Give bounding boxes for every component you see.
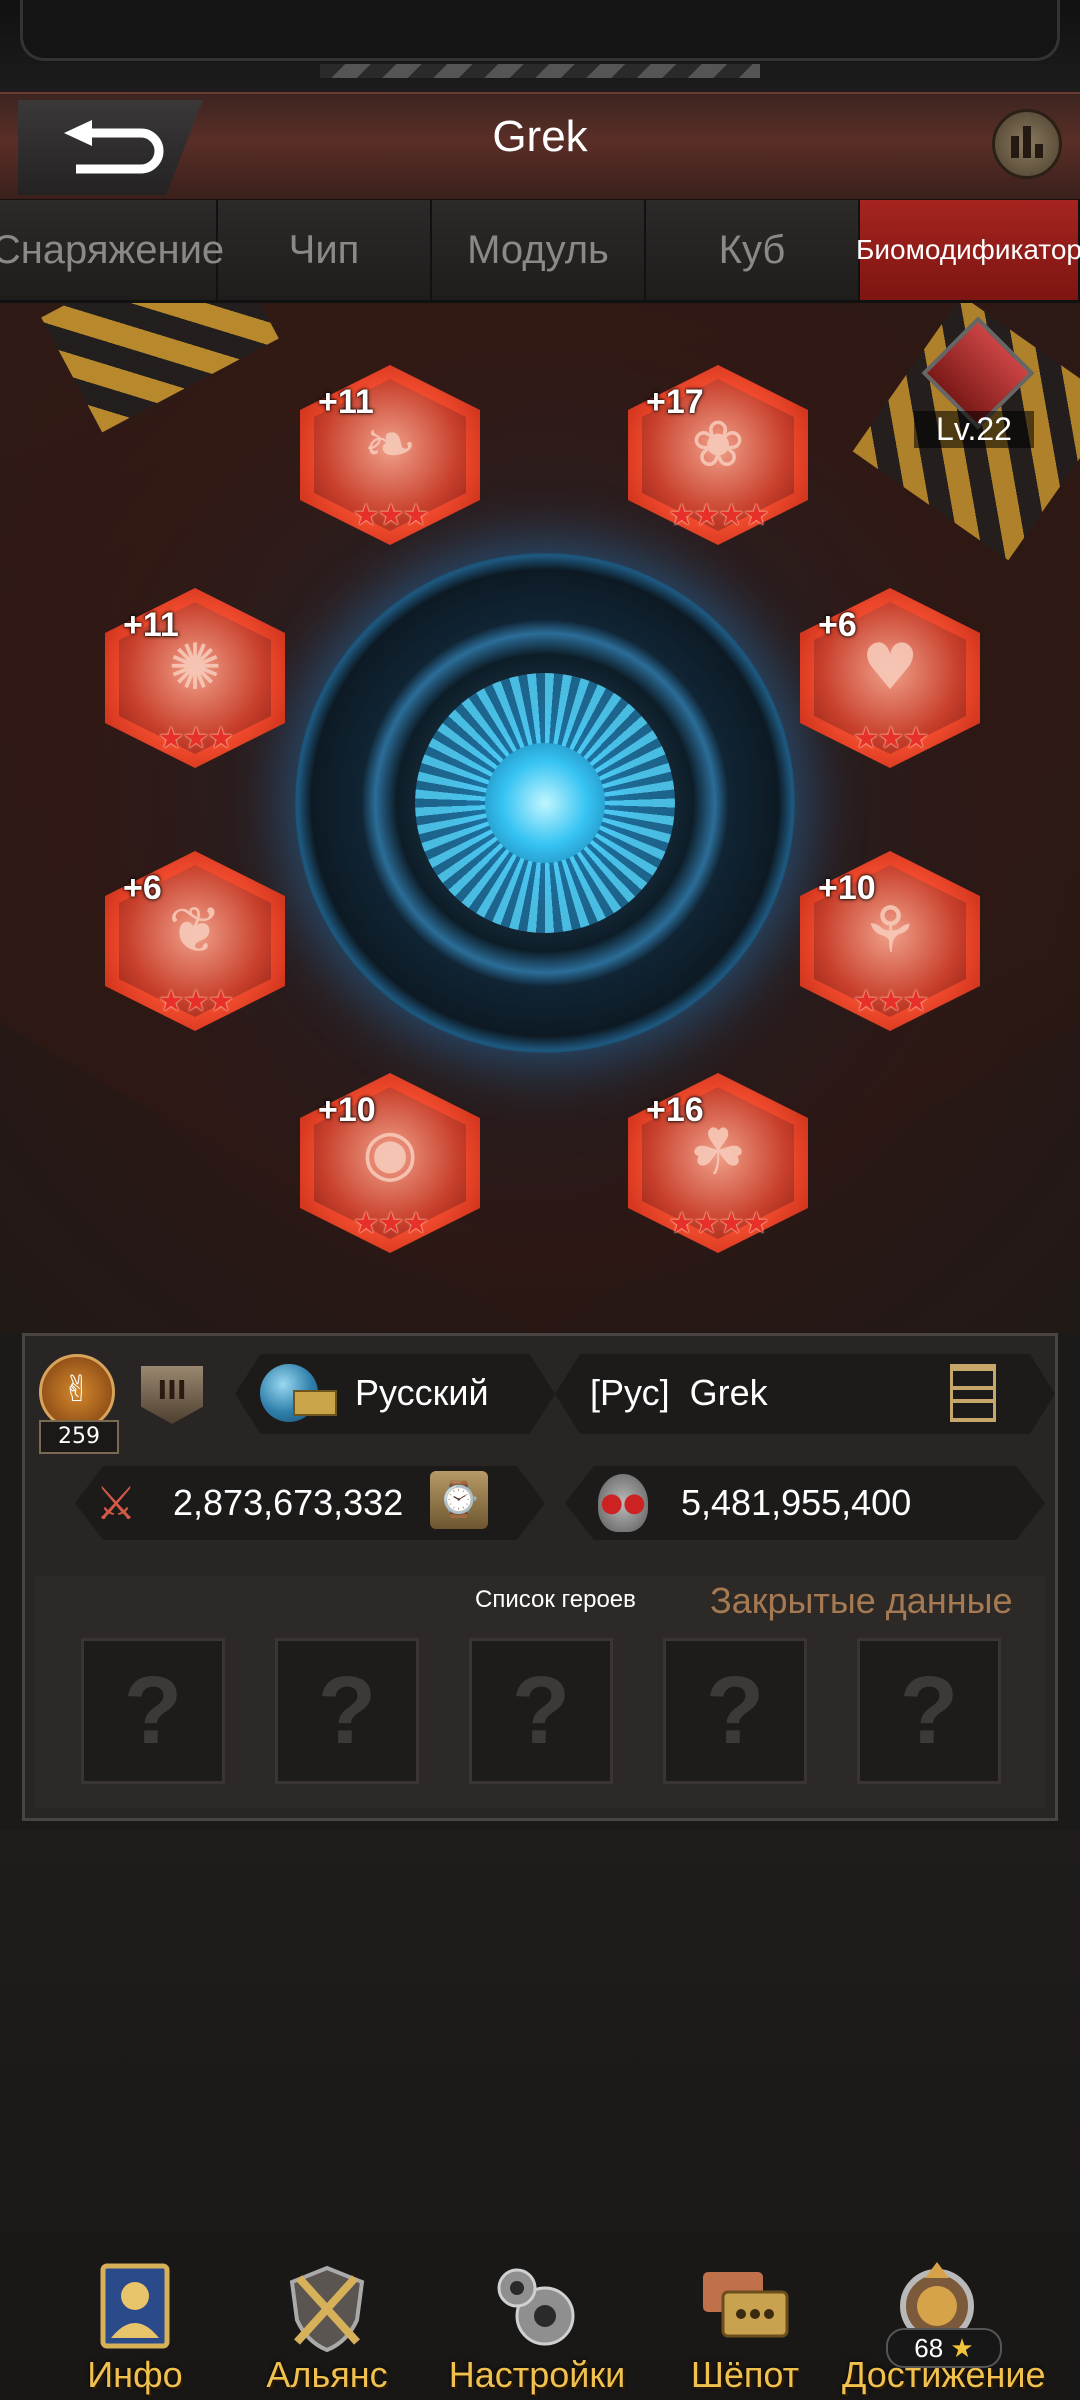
tab-cube[interactable]: Куб <box>646 200 860 300</box>
gear-icon <box>497 2268 575 2346</box>
kills-value: 5,481,955,400 <box>681 1482 912 1523</box>
slot-stars: ★★★ <box>352 498 430 533</box>
alliance-icon <box>289 2265 365 2353</box>
profile-icon <box>100 2263 170 2349</box>
hero-slot[interactable]: ? <box>275 1638 419 1784</box>
biomod-slot-7[interactable]: ◉ +10 ★★★ <box>300 1073 480 1253</box>
biomod-slot-1[interactable]: ❧ +11 ★★★ <box>300 365 480 545</box>
biomod-slot-6[interactable]: ⚘ +10 ★★★ <box>800 851 980 1031</box>
nav-whisper-label: Шёпот <box>690 2354 800 2395</box>
nav-alliance-label: Альянс <box>266 2354 388 2395</box>
power-value: 2,873,673,332 <box>173 1482 404 1523</box>
star-count-value: 68 <box>914 2333 944 2363</box>
bar-chart-icon <box>1011 136 1019 158</box>
star-icon: ★ <box>950 2333 974 2363</box>
nav-settings-label: Настройки <box>448 2354 626 2395</box>
biomod-slot-3[interactable]: ✺ +11 ★★★ <box>105 588 285 768</box>
reactor-glow <box>485 743 605 863</box>
slot-enhance-level: +11 <box>318 383 374 421</box>
biomod-arena: Lv.22 ❧ +11 ★★★ ❀ +17 ★★★★ ✺ +11 ★★★ ♥ +… <box>0 303 1080 1333</box>
slot-enhance-level: +6 <box>818 606 857 644</box>
top-bar <box>20 0 1060 61</box>
reactor-core[interactable] <box>295 553 795 1053</box>
bar-chart-icon <box>1035 144 1043 158</box>
player-name-label: Grek <box>689 1372 768 1413</box>
tab-module[interactable]: Модуль <box>432 200 646 300</box>
hazard-stripe <box>320 64 760 78</box>
language-tag-icon <box>293 1390 337 1416</box>
biomod-slot-5[interactable]: ❦ +6 ★★★ <box>105 851 285 1031</box>
page-title: Grek <box>492 112 588 161</box>
hero-list-label: Список героев <box>475 1586 636 1613</box>
nav-alliance[interactable]: Альянс <box>232 2240 422 2400</box>
slot-enhance-level: +6 <box>123 869 162 907</box>
slot-stars: ★★★ <box>157 984 235 1019</box>
rank-badge-icon[interactable]: III <box>141 1366 203 1424</box>
stomach-icon: ❦ <box>168 894 222 968</box>
stats-row: ⚔ 2,873,673,332 ⌚ ●● 5,481,955,400 <box>25 1466 1055 1546</box>
slot-stars: ★★★★ <box>668 1206 770 1241</box>
crossed-guns-icon: ⚔ <box>95 1476 137 1530</box>
nav-achievement[interactable]: Достижение <box>842 2240 1046 2400</box>
slot-stars: ★★★ <box>852 984 930 1019</box>
tab-bar: Снаряжение Чип Модуль Куб Биомодификатор <box>0 200 1080 303</box>
slot-stars: ★★★ <box>352 1206 430 1241</box>
achievement-star-count: 68 ★ <box>886 2328 1002 2368</box>
hero-slot[interactable]: ? <box>469 1638 613 1784</box>
nav-whisper[interactable]: Шёпот <box>650 2240 840 2400</box>
stats-button[interactable] <box>992 109 1062 179</box>
slot-stars: ★★★★ <box>668 498 770 533</box>
profile-panel: ✌ 259 III Русский [Рус] Grek ⚔ 2,873,673… <box>22 1333 1058 1821</box>
profile-row: ✌ 259 III Русский [Рус] Grek <box>25 1354 1055 1454</box>
hero-slot[interactable]: ? <box>81 1638 225 1784</box>
slot-enhance-level: +10 <box>818 869 876 907</box>
bar-chart-icon <box>1023 126 1031 158</box>
language-label: Русский <box>355 1372 489 1413</box>
top-strip <box>0 0 1080 92</box>
biomod-slot-8[interactable]: ☘ +16 ★★★★ <box>628 1073 808 1253</box>
tab-biomodifier[interactable]: Биомодификатор <box>856 200 1080 300</box>
tab-chip[interactable]: Чип <box>218 200 432 300</box>
hero-slot[interactable]: ? <box>663 1638 807 1784</box>
header: Grek <box>0 92 1080 202</box>
nav-settings[interactable]: Настройки <box>442 2240 632 2400</box>
player-name: [Рус] Grek <box>590 1372 768 1414</box>
slot-stars: ★★★ <box>852 721 930 756</box>
tab-equipment[interactable]: Снаряжение <box>0 200 224 300</box>
hidden-data-label: Закрытые данные <box>710 1580 1013 1621</box>
thumbs-up-medal-icon[interactable]: ✌ <box>39 1354 115 1430</box>
biomod-level: Lv.22 <box>914 411 1034 448</box>
biomod-level-badge[interactable]: Lv.22 <box>914 316 1035 448</box>
biomod-slot-4[interactable]: ♥ +6 ★★★ <box>800 588 980 768</box>
slot-stars: ★★★ <box>157 721 235 756</box>
heart-icon: ♥ <box>861 631 919 705</box>
slot-enhance-level: +16 <box>646 1091 704 1129</box>
alliance-tag: [Рус] <box>590 1372 670 1413</box>
hero-slot[interactable]: ? <box>857 1638 1001 1784</box>
biomod-slot-2[interactable]: ❀ +17 ★★★★ <box>628 365 808 545</box>
chat-icon <box>703 2272 789 2338</box>
slot-enhance-level: +10 <box>318 1091 376 1129</box>
bottom-nav: Инфо Альянс Настройки Шёпот Достижение <box>0 2240 1080 2400</box>
slot-enhance-level: +11 <box>123 606 179 644</box>
hero-list: Список героев Закрытые данные ? ? ? ? ? <box>35 1576 1045 1808</box>
medal-count: 259 <box>39 1420 119 1454</box>
slot-enhance-level: +17 <box>646 383 704 421</box>
nav-info[interactable]: Инфо <box>40 2240 230 2400</box>
document-icon[interactable] <box>950 1364 996 1422</box>
skull-icon: ●● <box>598 1474 648 1532</box>
nav-info-label: Инфо <box>87 2354 183 2395</box>
history-icon[interactable]: ⌚ <box>430 1471 488 1529</box>
